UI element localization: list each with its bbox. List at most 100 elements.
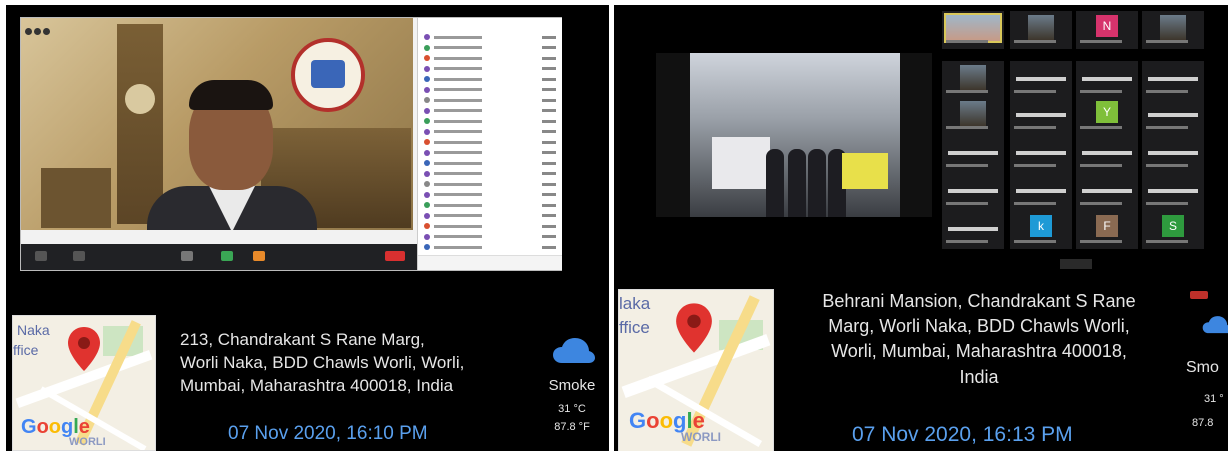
- share-screen-button[interactable]: [221, 251, 233, 261]
- participant-tile[interactable]: [942, 211, 1004, 249]
- participant-row[interactable]: [418, 74, 562, 85]
- participant-tile[interactable]: [1076, 173, 1138, 211]
- participant-row[interactable]: [418, 32, 562, 43]
- speaker-hair: [189, 80, 273, 110]
- participant-tile[interactable]: [1142, 11, 1204, 49]
- participant-status-icons: [542, 224, 556, 228]
- participant-tile[interactable]: [1010, 135, 1072, 173]
- participant-tile[interactable]: [942, 135, 1004, 173]
- participant-row[interactable]: [418, 43, 562, 54]
- participant-avatar: [424, 128, 430, 135]
- participant-tile-label: [1014, 164, 1056, 167]
- temperature-celsius: 31 °C: [558, 403, 586, 415]
- speaker-video: [21, 18, 413, 230]
- participant-avatar: [424, 149, 430, 156]
- participant-name: [434, 224, 482, 228]
- yellow-placard: [842, 153, 888, 189]
- participant-name-placeholder: [948, 189, 998, 193]
- participant-initial-avatar: N: [1096, 15, 1118, 37]
- participant-tile[interactable]: [1142, 61, 1204, 99]
- participant-avatar: [424, 139, 430, 146]
- participant-tile[interactable]: S: [1142, 211, 1204, 249]
- participant-tile[interactable]: [1142, 97, 1204, 135]
- participants-title: [418, 18, 562, 32]
- participant-name-placeholder: [1082, 77, 1132, 81]
- participant-tile[interactable]: Y: [1076, 97, 1138, 135]
- participant-name-placeholder: [1016, 113, 1066, 117]
- participant-row[interactable]: [418, 211, 562, 222]
- weather-condition: Smoke: [548, 377, 596, 394]
- participant-tile[interactable]: N: [1076, 11, 1138, 49]
- participant-row[interactable]: [418, 232, 562, 243]
- participant-name: [434, 235, 482, 239]
- map-place-label-2: ffice: [13, 342, 39, 358]
- person-silhouette: [788, 149, 806, 217]
- participant-status-icons: [542, 193, 556, 197]
- participant-row[interactable]: [418, 169, 562, 180]
- participant-row[interactable]: [418, 85, 562, 96]
- participant-row[interactable]: [418, 158, 562, 169]
- meeting-toolbar: [21, 244, 417, 270]
- participant-tile-label: [1080, 40, 1122, 43]
- weather-condition: Smo: [1186, 359, 1219, 376]
- participant-tile-label: [1080, 202, 1122, 205]
- participant-row[interactable]: [418, 200, 562, 211]
- participant-tile[interactable]: [1076, 61, 1138, 99]
- participant-row[interactable]: [418, 127, 562, 138]
- participant-tile[interactable]: [1010, 97, 1072, 135]
- address-line-1: Behrani Mansion, Chandrakant S Rane: [822, 291, 1136, 311]
- participant-name-placeholder: [1082, 151, 1132, 155]
- clock-tower-background: [117, 24, 163, 224]
- participants-panel: [417, 18, 562, 270]
- participant-tile[interactable]: F: [1076, 211, 1138, 249]
- participant-row[interactable]: [418, 137, 562, 148]
- participant-tile[interactable]: [1010, 11, 1072, 49]
- map-place-label-1: laka: [619, 294, 651, 313]
- participant-status-icons: [542, 77, 556, 81]
- participant-tile[interactable]: [1010, 173, 1072, 211]
- geotag-photo-left: Naka ffice Google WORLI 213, Chandrakant…: [6, 5, 609, 451]
- participant-tile[interactable]: [942, 173, 1004, 211]
- participant-initial-avatar: k: [1030, 215, 1052, 237]
- participant-row[interactable]: [418, 242, 562, 253]
- participant-name-placeholder: [1082, 189, 1132, 193]
- participant-tile-label: [1146, 126, 1188, 129]
- gallery-page-control[interactable]: [1060, 259, 1092, 269]
- mute-button[interactable]: [35, 251, 47, 261]
- window-controls[interactable]: [25, 22, 52, 40]
- participant-tile[interactable]: [942, 97, 1004, 135]
- participant-tile[interactable]: [942, 11, 1004, 49]
- participant-row[interactable]: [418, 106, 562, 117]
- participant-name: [434, 151, 482, 155]
- participant-status-icons: [542, 98, 556, 102]
- video-button[interactable]: [73, 251, 85, 261]
- participants-button[interactable]: [181, 251, 193, 261]
- participant-status-icons: [542, 88, 556, 92]
- participant-row[interactable]: [418, 116, 562, 127]
- participant-avatar: [424, 160, 430, 167]
- participant-row[interactable]: [418, 221, 562, 232]
- participant-row[interactable]: [418, 179, 562, 190]
- participant-name-placeholder: [948, 227, 998, 231]
- participant-tile[interactable]: [1142, 135, 1204, 173]
- institute-logo: [291, 38, 365, 112]
- record-button[interactable]: [253, 251, 265, 261]
- participant-row[interactable]: [418, 95, 562, 106]
- participant-name: [434, 46, 482, 50]
- participant-tile[interactable]: [1142, 173, 1204, 211]
- participant-name-placeholder: [1148, 151, 1198, 155]
- participant-row[interactable]: [418, 148, 562, 159]
- participant-tile[interactable]: [1010, 61, 1072, 99]
- participant-tile-label: [946, 40, 988, 43]
- participant-row[interactable]: [418, 64, 562, 75]
- person-silhouette: [808, 149, 826, 217]
- participant-row[interactable]: [418, 53, 562, 64]
- participant-tile[interactable]: [1076, 135, 1138, 173]
- participant-tile[interactable]: [942, 61, 1004, 99]
- participant-status-icons: [542, 119, 556, 123]
- timestamp: 07 Nov 2020, 16:10 PM: [228, 423, 428, 444]
- participant-row[interactable]: [418, 190, 562, 201]
- end-meeting-button[interactable]: [385, 251, 405, 261]
- participant-tile[interactable]: k: [1010, 211, 1072, 249]
- map-pin-icon: [676, 303, 712, 353]
